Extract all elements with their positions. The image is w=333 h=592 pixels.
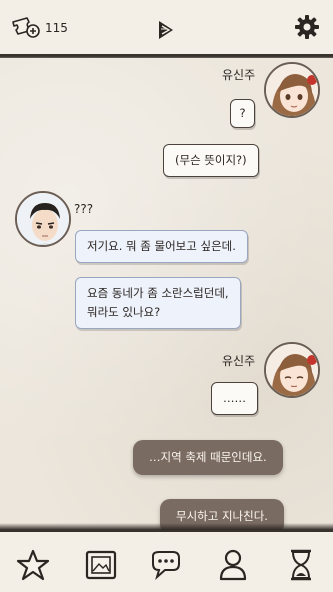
chat-bubble-me: ? (230, 99, 255, 128)
chat-log[interactable]: 유신주 ? (무슨 뜻이지?) ??? 저기요. 뭐 좀 물어보고 싶은데. 요… (0, 58, 333, 530)
avatar-stranger (15, 191, 71, 247)
pen-nib-icon (155, 18, 177, 42)
gear-icon[interactable] (294, 14, 320, 40)
chat-bubble-line: 뭐라도 있나요? (87, 305, 161, 319)
chat-bubble-me: …… (211, 382, 258, 415)
ticket-plus-icon[interactable] (10, 16, 40, 38)
chat-bubble-line: 요즘 동네가 좀 소란스럽던데, (87, 286, 229, 300)
avatar-yushinju (264, 342, 320, 398)
person-icon[interactable] (215, 548, 251, 582)
top-bar: 115 (0, 0, 333, 62)
ticket-count: 115 (45, 21, 68, 35)
chat-bubble-other: 저기요. 뭐 좀 물어보고 싶은데. (75, 230, 248, 263)
hourglass-icon[interactable] (283, 548, 319, 582)
chat-icon[interactable] (147, 548, 183, 582)
speaker-name: ??? (74, 202, 94, 216)
narration-choice[interactable]: …지역 축제 때문인데요. (133, 440, 283, 475)
chat-bubble-other: 요즘 동네가 좀 소란스럽던데, 뭐라도 있나요? (75, 277, 241, 329)
star-icon[interactable] (15, 548, 51, 582)
avatar-yushinju (264, 62, 320, 118)
speaker-name: 유신주 (222, 68, 256, 82)
chat-bubble-me: (무슨 뜻이지?) (163, 144, 259, 177)
speaker-name: 유신주 (222, 354, 256, 368)
bottom-nav (0, 523, 333, 592)
album-icon[interactable] (83, 548, 119, 582)
